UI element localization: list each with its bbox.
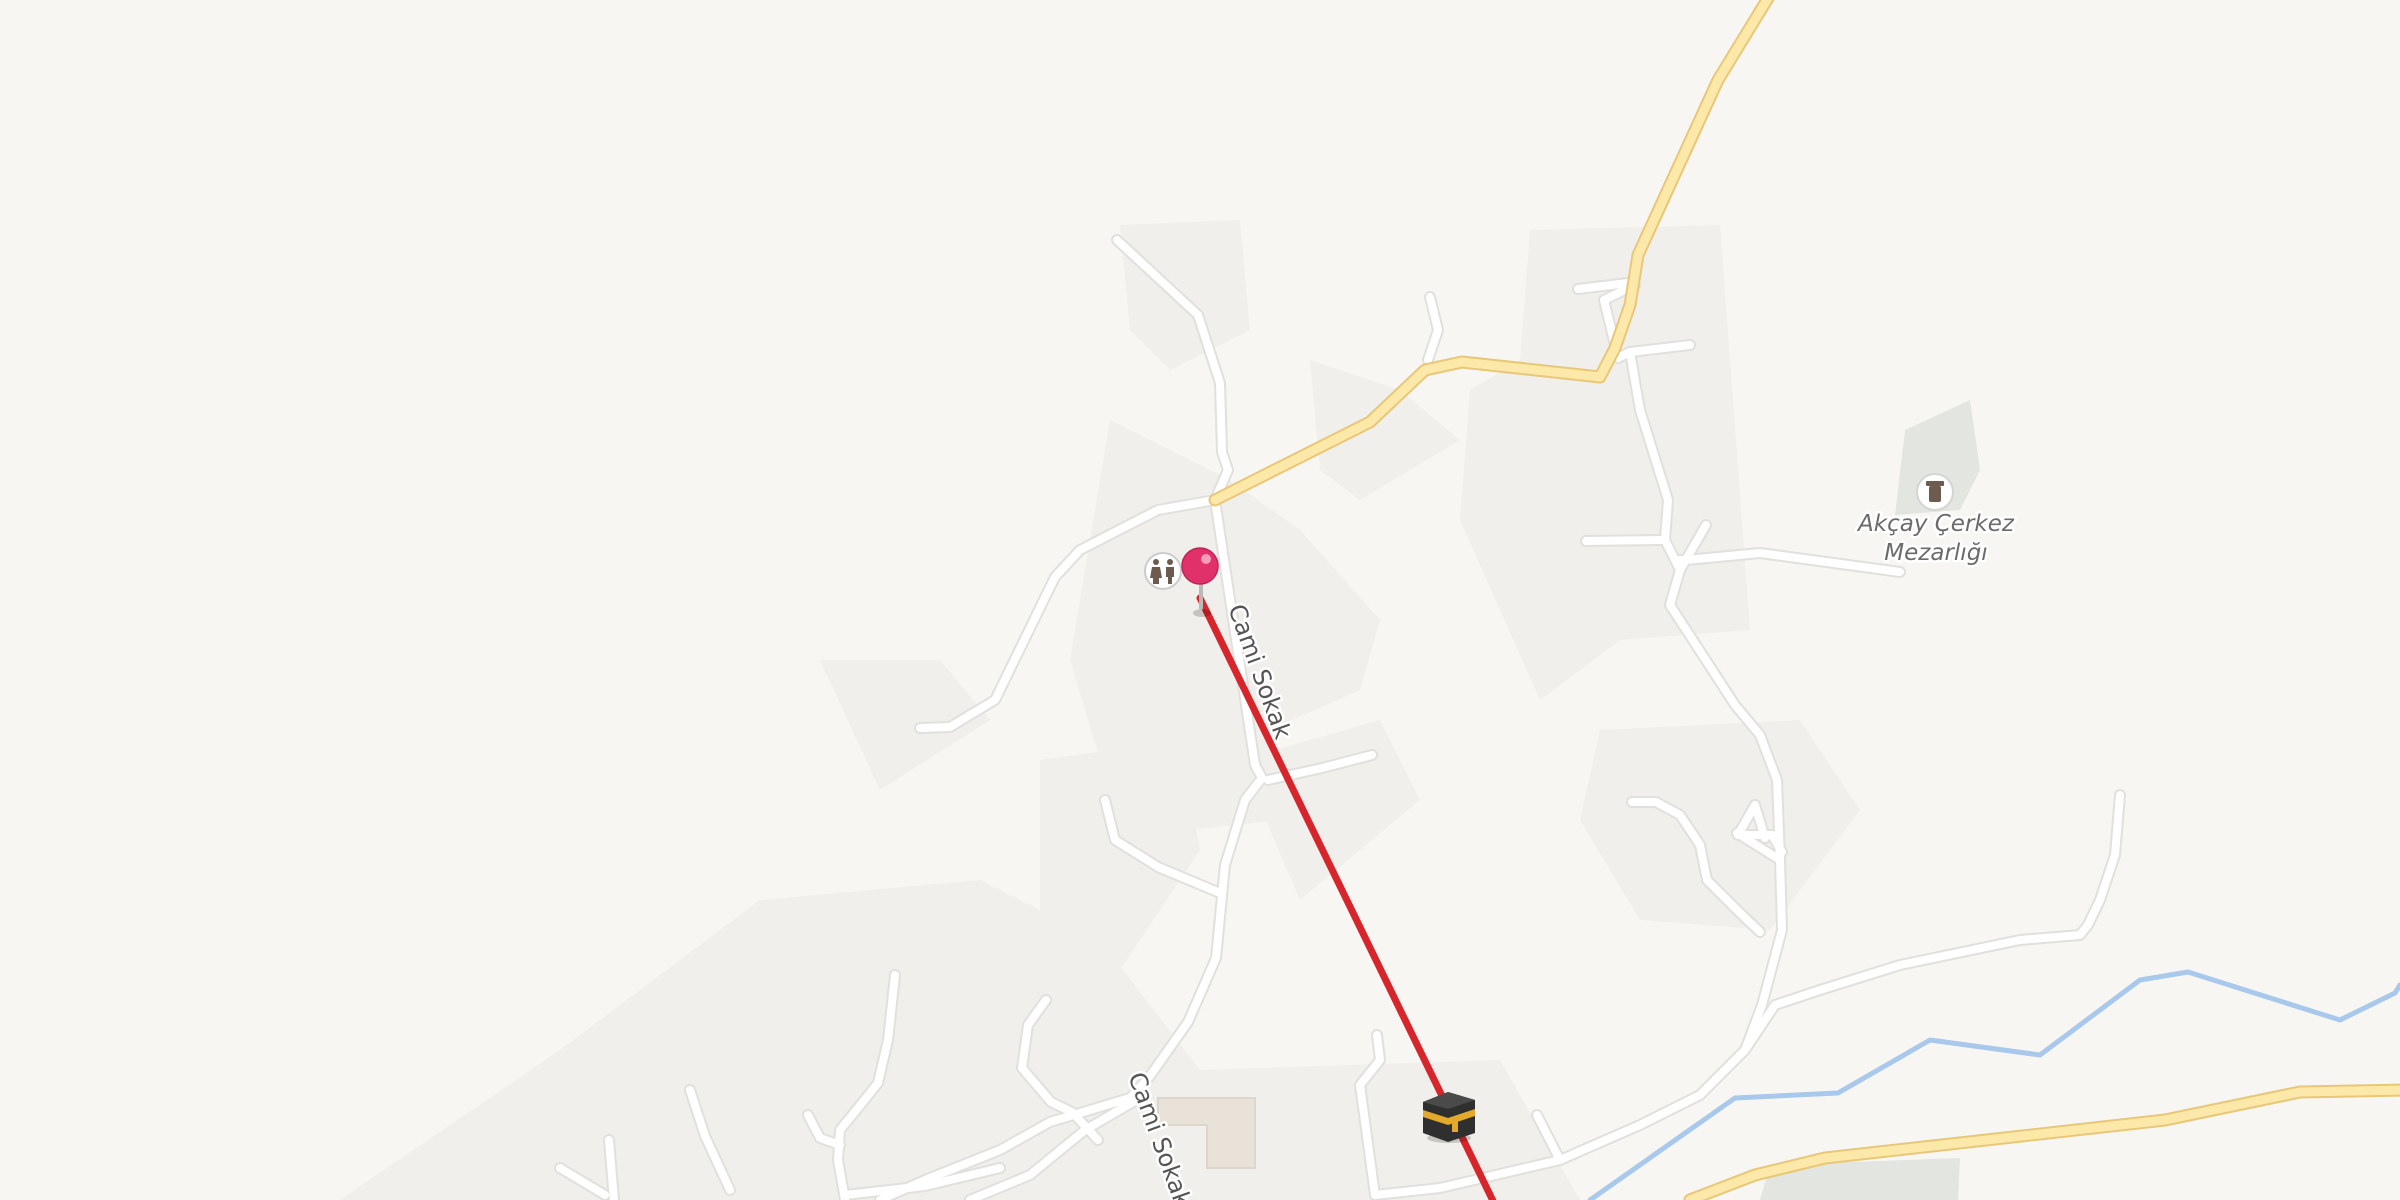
cemetery-label-line2: Mezarlığı bbox=[1884, 540, 1987, 566]
toilets-icon[interactable] bbox=[1144, 552, 1182, 590]
cemetery-label-line1: Akçay Çerkez bbox=[1856, 511, 2015, 537]
cemetery-icon[interactable] bbox=[1916, 473, 1954, 511]
main-roads bbox=[1208, 0, 2400, 1200]
kaaba-icon[interactable] bbox=[1423, 1092, 1475, 1143]
map-canvas[interactable]: Cami Sokak Cami Sokak Akçay Çerkez Mezar… bbox=[0, 0, 2400, 1200]
